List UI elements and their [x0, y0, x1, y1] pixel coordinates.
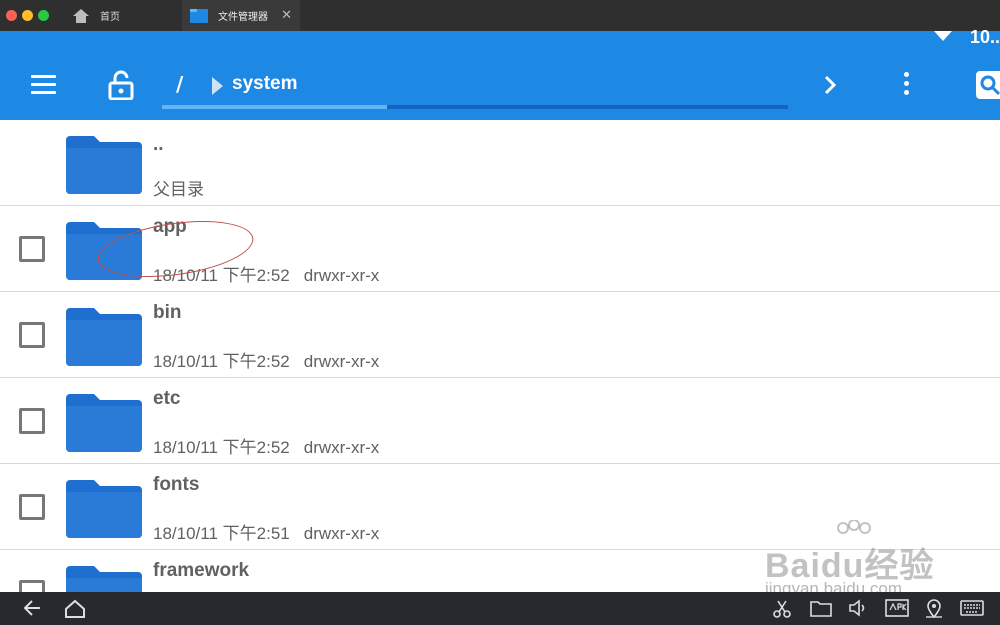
app-toolbar: / system: [0, 50, 1000, 120]
file-permissions: drwxr-xr-x: [303, 352, 380, 371]
row-checkbox[interactable]: [19, 322, 45, 348]
file-name: etc: [153, 388, 181, 409]
back-icon[interactable]: [22, 599, 42, 617]
file-row[interactable]: .. 父目录: [0, 120, 1000, 206]
close-window-button[interactable]: [6, 10, 17, 21]
home-icon: [73, 8, 89, 23]
minimize-window-button[interactable]: [22, 10, 33, 21]
breadcrumb-current[interactable]: system: [232, 73, 298, 95]
file-row[interactable]: etc 18/10/11 下午2:52 drwxr-xr-x: [0, 378, 1000, 464]
menu-icon[interactable]: [31, 75, 56, 95]
file-meta: 18/10/11 下午2:52 drwxr-xr-x: [153, 347, 379, 372]
folder-icon: [66, 480, 142, 538]
file-date: 18/10/11 下午2:52: [153, 438, 290, 457]
tab-label: 文件管理器: [218, 12, 268, 23]
file-permissions: drwxr-xr-x: [303, 524, 380, 543]
status-clock: 10..: [969, 27, 1000, 47]
file-date: 18/10/11 下午2:52: [153, 352, 290, 371]
folder-icon: [190, 8, 208, 23]
file-meta: 18/10/11 下午2:51 drwxr-xr-x: [153, 519, 379, 544]
folder-icon: [66, 136, 142, 194]
file-permissions: drwxr-xr-x: [303, 438, 380, 457]
file-meta: 父目录: [153, 175, 204, 200]
row-checkbox[interactable]: [19, 580, 45, 592]
lock-icon[interactable]: [108, 70, 134, 100]
close-icon[interactable]: ✕: [281, 8, 292, 23]
folder-icon[interactable]: [810, 599, 832, 617]
wifi-icon: [934, 31, 952, 41]
breadcrumb-root[interactable]: /: [176, 72, 183, 96]
status-bar: 10..: [0, 27, 1000, 50]
tab-label: 首页: [100, 12, 120, 23]
file-name: bin: [153, 302, 182, 323]
search-icon[interactable]: [975, 70, 1000, 100]
apk-install-icon[interactable]: [885, 599, 909, 617]
file-name: ..: [153, 134, 164, 155]
breadcrumb-separator-icon: [212, 77, 223, 95]
window-titlebar: 首页 文件管理器 ✕: [0, 0, 1000, 31]
file-row[interactable]: bin 18/10/11 下午2:52 drwxr-xr-x: [0, 292, 1000, 378]
row-checkbox[interactable]: [19, 494, 45, 520]
file-date: 18/10/11 下午2:51: [153, 524, 290, 543]
home-icon[interactable]: [64, 599, 86, 619]
scissors-icon[interactable]: [772, 599, 792, 619]
more-options-icon[interactable]: [902, 72, 910, 98]
folder-icon: [66, 394, 142, 452]
folder-icon: [66, 566, 142, 592]
tab-home[interactable]: 首页: [60, 0, 180, 31]
file-name: fonts: [153, 474, 200, 495]
volume-icon[interactable]: [848, 599, 870, 617]
row-checkbox[interactable]: [19, 236, 45, 262]
location-icon[interactable]: [924, 599, 944, 619]
tab-file-manager[interactable]: 文件管理器 ✕: [182, 0, 300, 31]
maximize-window-button[interactable]: [38, 10, 49, 21]
file-date: 父目录: [153, 180, 204, 199]
row-checkbox[interactable]: [19, 408, 45, 434]
bottom-navbar: [0, 592, 1000, 625]
loading-progress-bar: [162, 105, 788, 109]
baidu-watermark: Baidu经验 jingyan.baidu.com: [765, 520, 955, 600]
keyboard-icon[interactable]: [960, 599, 984, 617]
loading-progress-fill: [162, 105, 388, 109]
file-name: framework: [153, 560, 250, 581]
folder-icon: [66, 308, 142, 366]
file-meta: 18/10/11 下午2:52 drwxr-xr-x: [153, 433, 379, 458]
chevron-right-icon[interactable]: [822, 72, 838, 98]
file-permissions: drwxr-xr-x: [303, 266, 380, 285]
